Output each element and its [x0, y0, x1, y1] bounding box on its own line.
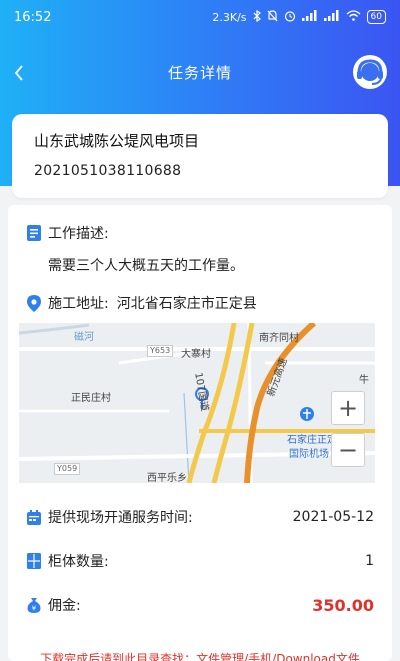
signal-2-icon — [323, 10, 340, 24]
headset-icon — [353, 55, 387, 89]
cabinet-label: 柜体数量: — [48, 554, 109, 570]
project-card: 山东武城陈公堤风电项目 2021051038110688 — [12, 114, 388, 198]
bluetooth-icon — [253, 9, 261, 25]
map-label: 牛 — [359, 375, 369, 386]
project-code: 2021051038110688 — [34, 163, 182, 179]
zoom-out-button[interactable]: − — [331, 433, 365, 467]
map-label: 国际机场 — [289, 449, 329, 460]
work-desc-row: 工作描述: — [26, 223, 374, 243]
zoom-in-button[interactable]: + — [331, 391, 365, 425]
project-name: 山东武城陈公堤风电项目 — [34, 132, 200, 150]
signal-icon — [301, 10, 318, 24]
svg-text:¥: ¥ — [32, 605, 37, 613]
net-speed: 2.3K/s — [212, 10, 247, 24]
map-label: 磁河 — [74, 332, 94, 343]
status-time: 16:52 — [14, 9, 52, 25]
map-road-tag: Y059 — [54, 463, 81, 475]
location-pin-icon — [26, 294, 42, 312]
map-label: 正民庄村 — [71, 393, 111, 404]
status-icons: 2.3K/s 60 — [212, 9, 386, 25]
battery-icon: 60 — [366, 10, 386, 24]
cabinet-value: 1 — [365, 553, 374, 569]
map-label: 大寨村 — [181, 349, 211, 360]
work-desc-value: 需要三个人大概五天的工作量。 — [48, 258, 244, 274]
nav-bar: 任务详情 — [0, 48, 400, 100]
map-label: 石家庄正定 — [287, 435, 337, 446]
service-time-label: 提供现场开通服务时间: — [48, 510, 193, 526]
commission-label: 佣金: — [48, 598, 81, 614]
page-title: 任务详情 — [167, 64, 232, 82]
calendar-icon — [26, 509, 42, 525]
cabinet-row: 柜体数量: 1 — [26, 551, 374, 571]
address-row: 施工地址: 河北省石家庄市正定县 — [26, 293, 374, 313]
commission-row: ¥ 佣金: 350.00 — [26, 595, 374, 615]
wifi-icon — [346, 10, 361, 24]
map-label: 西平乐乡 — [147, 473, 187, 483]
detail-card: 工作描述: 需要三个人大概五天的工作量。 施工地址: 河北省石家庄市正定县 磁河… — [8, 205, 392, 661]
customer-service-button[interactable] — [352, 54, 388, 90]
service-time-row: 提供现场开通服务时间: 2021-05-12 — [26, 507, 374, 527]
map-view[interactable]: 磁河 南齐同村 Y653 大寨村 牛 正民庄村 新元高速 107国道 石家庄正定… — [19, 323, 375, 483]
address-label: 施工地址: — [48, 296, 109, 312]
cabinet-icon — [26, 553, 42, 569]
service-time-value: 2021-05-12 — [292, 509, 374, 525]
status-bar: 16:52 2.3K/s 60 — [0, 0, 400, 34]
money-bag-icon: ¥ — [26, 597, 42, 613]
alarm-icon — [284, 10, 296, 25]
download-notice: 下载完成后请到此目录查找：文件管理/手机/Download文件 — [40, 652, 360, 661]
mute-icon — [267, 9, 278, 25]
work-desc-label: 工作描述: — [48, 226, 109, 242]
map-label: 南齐同村 — [259, 333, 299, 344]
commission-value: 350.00 — [312, 595, 374, 615]
map-road-tag: Y653 — [147, 345, 174, 357]
document-icon — [26, 225, 42, 241]
address-value: 河北省石家庄市正定县 — [116, 296, 257, 312]
